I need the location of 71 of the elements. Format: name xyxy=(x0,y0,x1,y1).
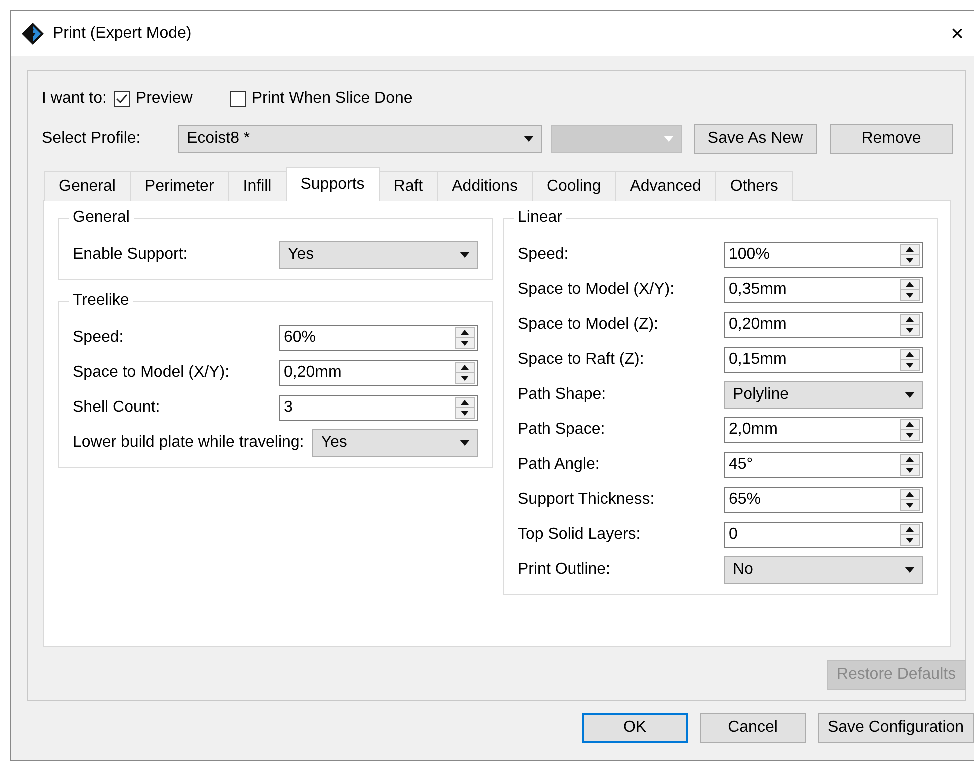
field-label: Space to Model (Z): xyxy=(518,315,660,335)
tab[interactable]: Cooling xyxy=(532,171,616,201)
ok-button[interactable]: OK xyxy=(582,713,688,743)
spinner-arrows-icon[interactable] xyxy=(900,243,920,267)
field-label: Speed: xyxy=(73,328,125,348)
spinner-arrows-icon[interactable] xyxy=(900,278,920,302)
caret-icon xyxy=(459,251,471,259)
checkbox-label: Preview xyxy=(136,89,193,109)
spinner-arrows-icon[interactable] xyxy=(900,488,920,512)
spin-box[interactable]: 45° xyxy=(724,452,923,478)
tab[interactable]: General xyxy=(44,171,131,201)
app-icon xyxy=(21,22,45,46)
spinner-arrows-icon[interactable] xyxy=(455,326,475,350)
field-label: Path Shape: xyxy=(518,385,608,405)
remove-button[interactable]: Remove xyxy=(830,124,953,154)
spin-box[interactable]: 65% xyxy=(724,487,923,513)
spin-box[interactable]: 0,35mm xyxy=(724,277,923,303)
spin-box[interactable]: 0 xyxy=(724,522,923,548)
window-title: Print (Expert Mode) xyxy=(53,24,192,44)
field-label: Speed: xyxy=(518,245,570,265)
spinner-arrows-icon[interactable] xyxy=(455,361,475,385)
close-button[interactable]: × xyxy=(945,22,970,44)
tab[interactable]: Raft xyxy=(378,171,438,201)
spin-box[interactable]: 0,20mm xyxy=(279,360,478,386)
spin-box[interactable]: 0,20mm xyxy=(724,312,923,338)
spinner-arrows-icon[interactable] xyxy=(900,348,920,372)
tab[interactable]: Supports xyxy=(286,167,380,201)
field-label: Lower build plate while traveling: xyxy=(73,433,306,453)
cancel-button[interactable]: Cancel xyxy=(700,713,806,743)
field-label: Space to Raft (Z): xyxy=(518,350,646,370)
checkbox[interactable] xyxy=(114,91,130,107)
save-as-new-button[interactable]: Save As New xyxy=(694,124,817,154)
caret-icon xyxy=(663,135,675,143)
tab[interactable]: Perimeter xyxy=(130,171,230,201)
spin-box[interactable]: 2,0mm xyxy=(724,417,923,443)
spin-box[interactable]: 60% xyxy=(279,325,478,351)
field-label: Support Thickness: xyxy=(518,490,656,510)
caret-icon xyxy=(904,566,916,574)
dropdown[interactable]: No xyxy=(724,556,923,584)
checkbox-label: Print When Slice Done xyxy=(252,89,413,109)
tab[interactable]: Additions xyxy=(437,171,533,201)
dropdown[interactable]: Yes xyxy=(312,429,478,457)
spinner-arrows-icon[interactable] xyxy=(900,418,920,442)
field-label: Path Angle: xyxy=(518,455,601,475)
caret-icon xyxy=(904,391,916,399)
spin-box[interactable]: 0,15mm xyxy=(724,347,923,373)
field-label: Space to Model (X/Y): xyxy=(73,363,231,383)
checkbox[interactable] xyxy=(230,91,246,107)
dropdown[interactable]: Yes xyxy=(279,241,478,269)
dropdown[interactable]: Polyline xyxy=(724,381,923,409)
intent-label: I want to: xyxy=(42,89,107,109)
field-label: Top Solid Layers: xyxy=(518,525,642,545)
caret-icon xyxy=(459,439,471,447)
spinner-arrows-icon[interactable] xyxy=(455,396,475,420)
spin-box[interactable]: 3 xyxy=(279,395,478,421)
profile-label: Select Profile: xyxy=(42,129,142,149)
profile-dropdown[interactable]: Ecoist8 * xyxy=(178,125,542,153)
field-label: Enable Support: xyxy=(73,245,189,265)
tab[interactable]: Infill xyxy=(228,171,287,201)
field-label: Space to Model (X/Y): xyxy=(518,280,676,300)
spinner-arrows-icon[interactable] xyxy=(900,313,920,337)
spin-box[interactable]: 100% xyxy=(724,242,923,268)
spinner-arrows-icon[interactable] xyxy=(900,523,920,547)
field-label: Print Outline: xyxy=(518,560,612,580)
caret-icon xyxy=(523,135,535,143)
field-label: Path Space: xyxy=(518,420,606,440)
spinner-arrows-icon[interactable] xyxy=(900,453,920,477)
field-label: Shell Count: xyxy=(73,398,162,418)
tab[interactable]: Advanced xyxy=(615,171,716,201)
tab[interactable]: Others xyxy=(715,171,794,201)
save-configuration-button[interactable]: Save Configuration xyxy=(818,713,974,743)
